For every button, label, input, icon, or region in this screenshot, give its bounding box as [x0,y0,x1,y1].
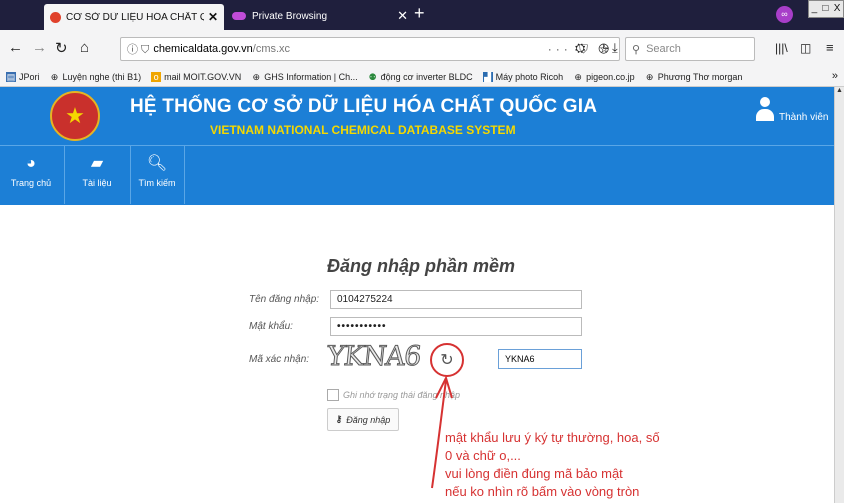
annotation-line: 0 và chữ o,... [445,448,521,463]
annotation-line: vui lòng điền đúng mã bảo mật [445,466,623,481]
annotation-line: nếu ko nhìn rõ bấm vào vòng tròn [445,484,640,499]
annotation-arrow [431,375,453,489]
annotation-line: mật khẩu lưu ý ký tự thường, hoa, số [445,430,660,445]
